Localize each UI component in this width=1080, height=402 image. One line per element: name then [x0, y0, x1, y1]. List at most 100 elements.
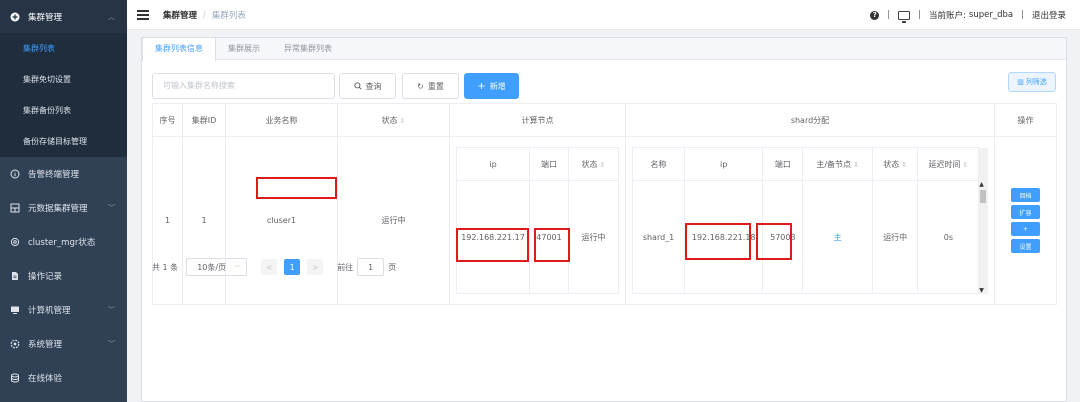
compute-header-ip: ip	[456, 147, 530, 181]
cluster-table: 序号 集群ID 业务名称 状态 ⇕ 计算节点 shard分配 操作 1 1 clu…	[152, 103, 1057, 305]
table-header-row: 序号 集群ID 业务名称 状态 ⇕ 计算节点 shard分配 操作	[152, 103, 1057, 137]
col-header-status[interactable]: 状态 ⇕	[337, 103, 450, 137]
cell-index: 1	[152, 136, 183, 305]
cell-operations: 回档 扩容 + 设置	[994, 136, 1057, 305]
cell-shard-alloc: 名称 ip 端口 主/备节点 ⇕ 状态 ⇕ 延迟时间 ⇕ shard_1 192.16…	[625, 136, 995, 305]
cell-cluster-id: 1	[182, 136, 226, 305]
hamburger-icon[interactable]	[137, 9, 149, 20]
tab-card: 集群列表信息 集群展示 异常集群列表 可输入集群名称搜索 查询 ↻ 重置 + 新…	[141, 37, 1067, 402]
settings-icon	[10, 339, 20, 349]
sidebar-item-cluster-backup-list[interactable]: 集群备份列表	[0, 95, 127, 126]
sidebar-item-backup-storage[interactable]: 备份存储目标管理	[0, 126, 127, 157]
logout-link[interactable]: 退出登录	[1032, 9, 1066, 21]
gear-icon	[10, 237, 20, 247]
sidebar: 集群管理 ︿ 集群列表 集群免切设置 集群备份列表 备份存储目标管理 告警终端管…	[0, 0, 127, 402]
breadcrumb-item-cluster-list: 集群列表	[211, 10, 246, 21]
col-header-operations: 操作	[994, 103, 1057, 137]
goto-suffix: 页	[388, 262, 397, 272]
compute-node-port: 47001	[529, 180, 569, 294]
shard-role: 主	[802, 180, 873, 294]
shard-status: 运行中	[871, 180, 919, 294]
tab-abnormal-cluster-list[interactable]: 异常集群列表	[272, 38, 344, 60]
scale-out-button[interactable]: 扩容	[1011, 205, 1040, 219]
toolbar: 可输入集群名称搜索 查询 ↻ 重置 + 新增 ▥ 列筛选	[152, 72, 1056, 99]
col-header-cluster-id: 集群ID	[182, 103, 226, 137]
info-circle-icon	[10, 169, 20, 179]
document-icon	[10, 271, 20, 281]
fullscreen-monitor-icon[interactable]	[898, 10, 911, 23]
sidebar-item-metadata-cluster[interactable]: 元数据集群管理 ﹀	[0, 191, 127, 225]
shard-header-role[interactable]: 主/备节点 ⇕	[802, 147, 873, 181]
sidebar-item-cluster-switch-settings[interactable]: 集群免切设置	[0, 64, 127, 95]
add-button[interactable]: + 新增	[464, 73, 519, 99]
shard-ip: 192.168.221.18	[684, 180, 764, 294]
help-icon[interactable]: ?	[870, 10, 880, 20]
chevron-up-icon: ︿	[108, 13, 115, 21]
sidebar-item-computer-management[interactable]: 计算机管理 ﹀	[0, 293, 127, 327]
shard-header-name: 名称	[631, 147, 686, 181]
sidebar-item-system-management[interactable]: 系统管理 ﹀	[0, 327, 127, 361]
header-divider: |	[918, 10, 922, 20]
settings-button[interactable]: 设置	[1011, 239, 1040, 253]
plus-circle-icon	[10, 12, 20, 22]
sort-icon[interactable]: ⇕	[962, 161, 968, 169]
header-divider: |	[887, 10, 891, 20]
goto-page-input[interactable]: 1	[357, 258, 385, 276]
scroll-thumb[interactable]	[980, 189, 987, 203]
tab-bar: 集群列表信息 集群展示 异常集群列表	[142, 38, 1066, 61]
reset-button[interactable]: ↻ 重置	[402, 73, 459, 99]
rollback-button[interactable]: 回档	[1011, 188, 1040, 202]
col-header-shard-alloc: shard分配	[625, 103, 995, 137]
grid-icon	[10, 203, 20, 213]
search-icon	[353, 82, 362, 90]
shard-header-port: 端口	[762, 147, 804, 181]
shard-name: shard_1	[631, 180, 686, 294]
database-icon	[10, 373, 20, 383]
shard-delay: 0s	[917, 180, 980, 294]
sidebar-item-online-trial[interactable]: 在线体验	[0, 361, 127, 395]
search-input[interactable]: 可输入集群名称搜索	[152, 73, 335, 99]
sidebar-item-alarm-terminal[interactable]: 告警终端管理	[0, 157, 127, 191]
tab-cluster-display[interactable]: 集群展示	[216, 38, 272, 60]
query-button[interactable]: 查询	[339, 73, 396, 99]
pagination-total: 共 1 条	[152, 262, 179, 272]
sidebar-item-operation-log[interactable]: 操作记录	[0, 259, 127, 293]
username: super_dba	[968, 10, 1014, 20]
more-button[interactable]: +	[1011, 222, 1040, 236]
compute-nodes-table: ip 端口 状态 ⇕ 192.168.221.17 47001 运行中	[456, 147, 619, 294]
shard-header-status[interactable]: 状态 ⇕	[871, 147, 919, 181]
breadcrumb-separator: /	[203, 9, 206, 20]
page-number-1[interactable]: 1	[284, 259, 301, 275]
refresh-icon: ↻	[417, 81, 424, 91]
chevron-down-icon: ﹀	[108, 204, 115, 212]
scroll-up-icon[interactable]: ▲	[979, 181, 984, 188]
column-filter-button[interactable]: ▥ 列筛选	[1008, 72, 1056, 92]
sidebar-group-cluster-management[interactable]: 集群管理 ︿	[0, 0, 127, 33]
goto-prefix: 前往	[337, 262, 354, 272]
scroll-down-icon[interactable]: ▼	[979, 287, 984, 294]
sort-icon[interactable]: ⇕	[400, 117, 406, 125]
sort-icon[interactable]: ⇕	[853, 161, 859, 169]
sidebar-item-cluster-mgr-status[interactable]: cluster_mgr状态	[0, 225, 127, 259]
shard-header-ip: ip	[684, 147, 764, 181]
tab-cluster-list-info[interactable]: 集群列表信息	[142, 38, 216, 61]
monitor-icon	[10, 305, 20, 315]
chevron-down-icon: ﹀	[234, 264, 241, 272]
page-size-select[interactable]: 10条/页 ﹀	[186, 258, 248, 276]
account-label: 当前账户:	[929, 11, 966, 21]
shard-scrollbar[interactable]: ▲ ▼	[978, 180, 988, 294]
next-page-button[interactable]: >	[307, 259, 324, 275]
chevron-down-icon: ﹀	[108, 306, 115, 314]
prev-page-button[interactable]: <	[261, 259, 278, 275]
compute-node-ip: 192.168.221.17	[456, 180, 530, 294]
shard-row: shard_1 192.168.221.18 57003 主 运行中 0s ▲ …	[631, 180, 988, 294]
sidebar-item-cluster-list[interactable]: 集群列表	[0, 33, 127, 64]
compute-header-status[interactable]: 状态 ⇕	[568, 147, 619, 181]
col-header-business-name: 业务名称	[225, 103, 338, 137]
top-header: 集群管理 / 集群列表 ? | | 当前账户: super_dba | 退出登录	[127, 0, 1080, 30]
sort-icon[interactable]: ⇕	[901, 161, 907, 169]
shard-header-delay[interactable]: 延迟时间 ⇕	[917, 147, 980, 181]
sort-icon[interactable]: ⇕	[600, 161, 606, 169]
main-content: 集群列表信息 集群展示 异常集群列表 可输入集群名称搜索 查询 ↻ 重置 + 新…	[127, 30, 1080, 402]
breadcrumb-item-cluster-management[interactable]: 集群管理	[163, 9, 197, 21]
